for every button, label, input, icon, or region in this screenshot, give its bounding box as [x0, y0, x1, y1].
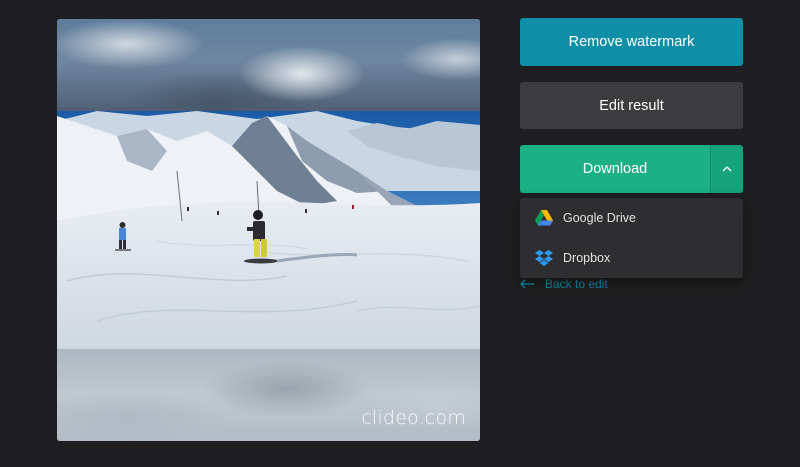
ski-slope-image	[57, 111, 480, 349]
google-drive-label: Google Drive	[563, 211, 636, 225]
download-label: Download	[582, 161, 648, 177]
remove-watermark-label: Remove watermark	[568, 34, 695, 50]
google-drive-icon	[534, 208, 554, 228]
video-preview: clideo.com	[57, 19, 480, 441]
dropbox-icon	[534, 248, 554, 268]
edit-result-button[interactable]: Edit result	[520, 82, 743, 129]
dropbox-label: Dropbox	[563, 251, 611, 265]
back-to-edit-label: Back to edit	[545, 277, 608, 291]
blurred-background-top	[57, 19, 480, 111]
edit-result-label: Edit result	[599, 97, 664, 114]
menu-item-google-drive[interactable]: Google Drive	[520, 198, 743, 238]
menu-item-dropbox[interactable]: Dropbox	[520, 238, 743, 278]
download-options-toggle[interactable]	[710, 145, 743, 193]
arrow-left-icon	[520, 279, 535, 289]
download-destination-menu: Google Drive Dropbox	[520, 198, 743, 278]
chevron-up-icon	[722, 166, 732, 172]
page: clideo.com Remove watermark Edit result …	[0, 0, 800, 467]
watermark-text: clideo.com	[361, 407, 466, 429]
remove-watermark-button[interactable]: Remove watermark	[520, 18, 743, 66]
video-frame	[57, 111, 480, 349]
download-button[interactable]: Download	[520, 145, 710, 193]
